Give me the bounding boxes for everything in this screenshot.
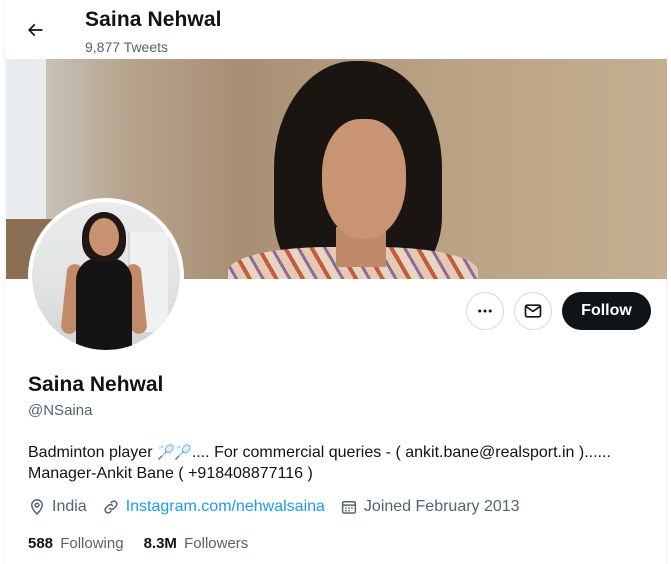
profile-handle: @NSaina [28, 402, 93, 419]
join-date: Joined February 2013 [340, 498, 520, 516]
header-title: Saina Nehwal [85, 8, 222, 31]
website[interactable]: Instagram.com/nehwalsaina [102, 498, 325, 516]
profile-header-bar: Saina Nehwal 9,877 Tweets [5, 0, 668, 58]
calendar-icon [341, 501, 357, 514]
avatar-photo [32, 202, 180, 350]
tweet-count: 9,877 Tweets [85, 39, 169, 55]
envelope-icon [524, 304, 542, 318]
more-button[interactable] [466, 292, 504, 330]
message-button[interactable] [514, 292, 552, 330]
avatar[interactable] [28, 198, 184, 354]
website-link[interactable]: Instagram.com/nehwalsaina [126, 498, 325, 516]
bio-line-1: Badminton player 🏸🏸.... For commercial q… [28, 444, 611, 461]
following-stat[interactable]: 588 Following [28, 535, 124, 552]
profile-meta: India Instagram.com/nehwalsaina Joined F… [28, 498, 535, 516]
badminton-emoji: 🏸🏸 [156, 444, 192, 460]
profile-bio: Badminton player 🏸🏸.... For commercial q… [28, 442, 658, 484]
profile-stats: 588 Following 8.3M Followers [28, 535, 268, 552]
link-icon [104, 500, 118, 514]
location-pin-icon [30, 499, 44, 516]
profile-column: Saina Nehwal 9,877 Tweets Follow Saina N… [4, 0, 668, 564]
arrow-left-icon [27, 23, 43, 37]
back-button[interactable] [17, 12, 53, 48]
location: India [28, 498, 87, 516]
followers-stat[interactable]: 8.3M Followers [144, 535, 249, 552]
bio-line-2: Manager-Ankit Bane ( +918408877116 ) [28, 465, 313, 482]
more-dots-icon [478, 309, 492, 313]
follow-button[interactable]: Follow [562, 292, 651, 330]
profile-name: Saina Nehwal [28, 373, 164, 396]
